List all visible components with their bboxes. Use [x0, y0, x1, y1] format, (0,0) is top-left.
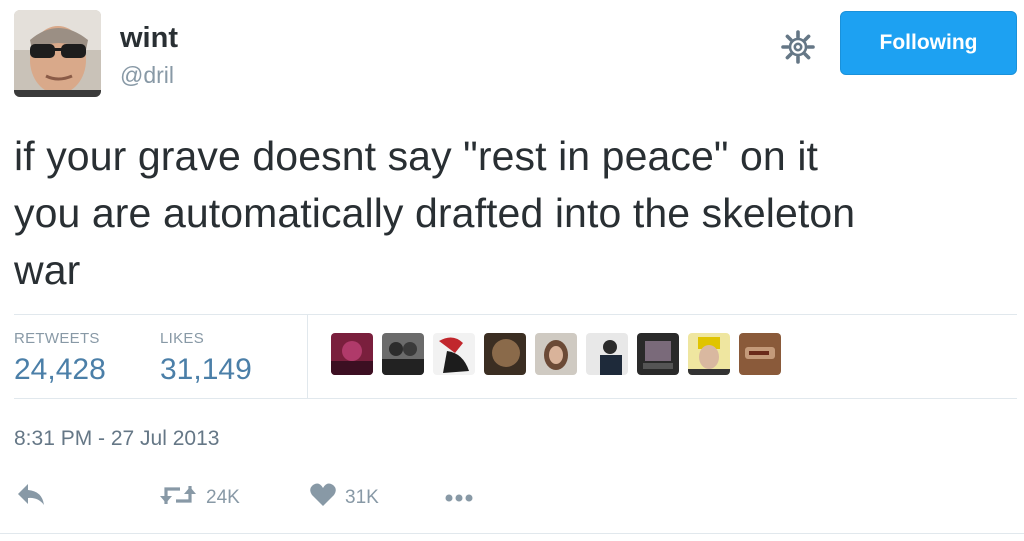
display-name[interactable]: wint [120, 20, 178, 56]
liker-avatar[interactable] [688, 333, 730, 375]
like-count: 31K [345, 486, 379, 508]
divider [0, 533, 1024, 534]
user-avatar[interactable] [14, 10, 101, 97]
likes-stat[interactable]: LIKES 31,149 [160, 330, 252, 387]
likes-count: 31,149 [160, 353, 252, 386]
like-button[interactable]: 31K [309, 482, 379, 513]
user-handle[interactable]: @dril [120, 61, 174, 89]
more-button[interactable] [445, 490, 473, 508]
retweets-stat[interactable]: RETWEETS 24,428 [14, 330, 106, 387]
retweets-count: 24,428 [14, 353, 106, 386]
retweet-button[interactable]: 24K [158, 482, 240, 513]
liker-avatar[interactable] [739, 333, 781, 375]
more-dots-icon [445, 490, 473, 508]
liker-avatar[interactable] [586, 333, 628, 375]
reply-button[interactable] [16, 482, 46, 513]
tweet-text: if your grave doesnt say "rest in peace"… [14, 128, 1014, 299]
gear-icon[interactable] [780, 29, 816, 65]
divider [14, 314, 1017, 315]
liker-avatars [331, 333, 781, 375]
divider [14, 398, 1017, 399]
heart-icon [309, 482, 337, 513]
liker-avatar[interactable] [331, 333, 373, 375]
stats-divider [307, 315, 308, 398]
following-button[interactable]: Following [840, 11, 1017, 75]
liker-avatar[interactable] [433, 333, 475, 375]
retweet-icon [158, 482, 198, 513]
tweet-line: war [14, 247, 81, 293]
reply-icon [16, 482, 46, 513]
retweet-count: 24K [206, 486, 240, 508]
tweet-timestamp[interactable]: 8:31 PM - 27 Jul 2013 [14, 426, 219, 452]
liker-avatar[interactable] [484, 333, 526, 375]
liker-avatar[interactable] [535, 333, 577, 375]
tweet-line: if your grave doesnt say "rest in peace"… [14, 133, 819, 179]
tweet-line: you are automatically drafted into the s… [14, 190, 856, 236]
retweets-label: RETWEETS [14, 330, 100, 347]
liker-avatar[interactable] [637, 333, 679, 375]
user-avatar-image [14, 10, 101, 97]
likes-label: LIKES [160, 330, 205, 347]
liker-avatar[interactable] [382, 333, 424, 375]
